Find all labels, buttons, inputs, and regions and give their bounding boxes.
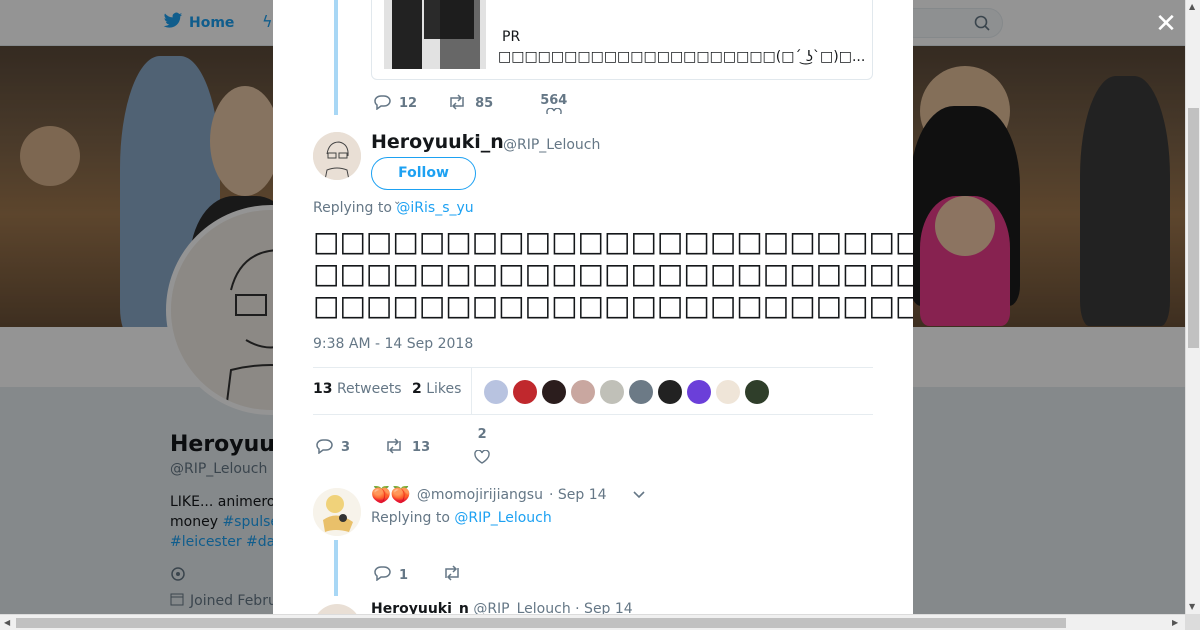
next-author-name[interactable]: Heroyuuki_n	[371, 601, 469, 614]
retweet-count: 13	[412, 440, 431, 455]
likes-stat[interactable]: 2 Likes	[412, 381, 461, 397]
liker-avatar[interactable]	[484, 380, 508, 404]
reply-author-avatar[interactable]	[313, 488, 361, 536]
quoted-link-card[interactable]: PR □□□□□□□□□□□□□□□□□□□□□(□´ ͜ʖ`□)□...	[371, 0, 873, 80]
replying-to: Replying to @iRis_s_yu	[313, 200, 474, 216]
reply-author-handle[interactable]: @momojirijiangsu	[417, 487, 543, 503]
scrollbar-thumb[interactable]	[16, 618, 1066, 628]
liker-avatar[interactable]	[658, 380, 682, 404]
chevron-down-icon[interactable]	[632, 487, 645, 503]
reply-button[interactable]: 12	[373, 94, 417, 114]
heart-icon	[474, 449, 490, 468]
replying-to-handle[interactable]: @RIP_Lelouch	[454, 510, 551, 526]
author-name[interactable]: Heroyuuki_n	[371, 131, 504, 153]
author-avatar[interactable]	[313, 132, 361, 180]
next-author-avatar[interactable]	[313, 604, 361, 614]
reply-author-name[interactable]: 🍑🍑	[371, 485, 411, 504]
thread-line	[334, 0, 338, 115]
liker-avatar[interactable]	[716, 380, 740, 404]
main-tweet-actions: 3 13 2	[315, 427, 490, 468]
reply-tweet-actions: 1	[373, 565, 462, 585]
tweet-modal: PR □□□□□□□□□□□□□□□□□□□□□(□´ ͜ʖ`□)□... 12…	[273, 0, 913, 614]
tweet-timestamp[interactable]: 9:38 AM - 14 Sep 2018	[313, 336, 473, 352]
scroll-down-arrow-icon[interactable]: ▼	[1189, 602, 1195, 611]
replying-to-label: Replying to	[313, 200, 392, 216]
thread-line	[334, 540, 338, 596]
retweet-button[interactable]	[442, 565, 462, 585]
horizontal-scrollbar[interactable]: ◀ ▶	[0, 614, 1185, 630]
next-author-handle[interactable]: @RIP_Lelouch	[473, 601, 570, 614]
retweets-stat[interactable]: 13 Retweets	[313, 381, 402, 397]
reply-icon	[315, 438, 333, 458]
liker-avatar[interactable]	[513, 380, 537, 404]
card-description: □□□□□□□□□□□□□□□□□□□□□(□´ ͜ʖ`□)□...	[498, 49, 866, 65]
close-icon[interactable]: ✕	[1152, 10, 1180, 38]
scroll-left-arrow-icon[interactable]: ◀	[4, 618, 10, 627]
author-handle[interactable]: @RIP_Lelouch	[503, 137, 600, 153]
reply-count: 12	[399, 96, 418, 111]
retweet-count: 85	[475, 96, 494, 111]
liker-avatar[interactable]	[745, 380, 769, 404]
scrollbar-corner	[1185, 614, 1200, 630]
retweet-icon	[442, 565, 462, 585]
tweet-text-line: □□□□□□□□□□□□□□□□□□□□□□□□□□□□□□□□□□□□□□□	[313, 289, 913, 322]
liker-avatar[interactable]	[687, 380, 711, 404]
tweet-text-line: □□□□□□□□□□□□□□□□□□□□□□□□□□□□□□□□□□□□□□□□…	[313, 257, 913, 290]
scrollbar-thumb[interactable]	[1188, 108, 1199, 348]
like-button[interactable]: 2	[474, 427, 490, 468]
reply-icon	[373, 565, 391, 585]
like-count: 2	[477, 427, 487, 442]
reply-button[interactable]: 1	[373, 565, 408, 585]
like-button[interactable]: 564	[540, 93, 567, 114]
replying-to-handle[interactable]: @iRis_s_yu	[396, 200, 473, 216]
scroll-up-arrow-icon[interactable]: ▲	[1189, 2, 1195, 11]
card-thumbnail	[384, 0, 486, 69]
vertical-scrollbar[interactable]: ▲ ▼	[1185, 0, 1200, 614]
retweets-label: Retweets	[336, 381, 402, 397]
scroll-right-arrow-icon[interactable]: ▶	[1172, 618, 1178, 627]
next-date[interactable]: · Sep 14	[575, 601, 633, 614]
stats-divider	[471, 368, 472, 414]
card-title: PR	[502, 29, 521, 45]
liker-avatar[interactable]	[542, 380, 566, 404]
reply-header: 🍑🍑 @momojirijiangsu · Sep 14	[371, 485, 645, 504]
liker-avatar[interactable]	[600, 380, 624, 404]
prev-tweet-actions: 12 85 564	[373, 93, 567, 114]
retweet-icon	[447, 93, 467, 114]
retweet-button[interactable]: 13	[384, 437, 431, 458]
likes-label: Likes	[426, 381, 462, 397]
like-count: 564	[540, 93, 568, 108]
reply-icon	[373, 94, 391, 114]
heart-icon	[546, 108, 562, 114]
next-tweet-header: Heroyuuki_n @RIP_Lelouch · Sep 14	[371, 601, 633, 614]
liker-avatar[interactable]	[571, 380, 595, 404]
replying-to-label: Replying to	[371, 510, 450, 526]
reply-replying-to: Replying to @RIP_Lelouch	[371, 510, 552, 526]
tweet-stats: 13 Retweets 2 Likes	[313, 367, 873, 415]
follow-button[interactable]: Follow	[371, 157, 476, 190]
liker-avatar[interactable]	[629, 380, 653, 404]
retweet-button[interactable]: 85	[447, 93, 494, 114]
reply-date[interactable]: · Sep 14	[549, 487, 607, 503]
retweet-icon	[384, 437, 404, 458]
reply-count: 1	[399, 567, 409, 583]
retweets-count: 13	[313, 381, 333, 397]
reply-button[interactable]: 3	[315, 438, 350, 458]
reply-count: 3	[341, 440, 351, 455]
tweet-text-line: □□□□□□□□□□□□□□□□□□□□□□□□□□□□□□□□□□□□□□	[313, 225, 913, 258]
likes-count: 2	[412, 381, 422, 397]
tweet-text: □□□□□□□□□□□□□□□□□□□□□□□ □□□□□□□□□□□□□□□ □…	[313, 226, 913, 322]
